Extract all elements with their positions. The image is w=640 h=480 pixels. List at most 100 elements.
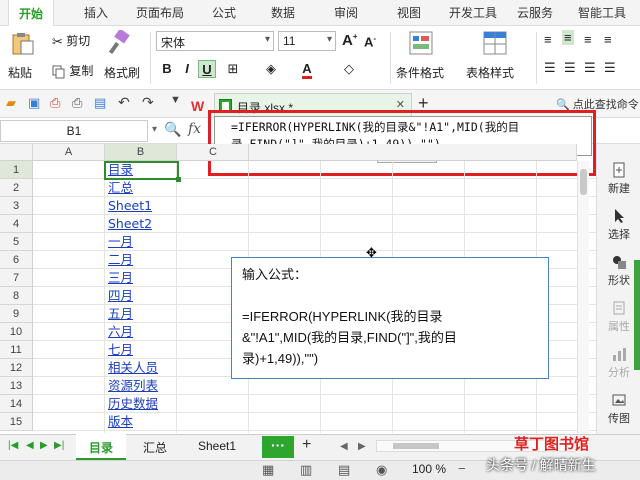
- hyperlink-cell[interactable]: Sheet1: [108, 197, 180, 215]
- prev-sheet-icon[interactable]: ◀: [26, 440, 34, 451]
- table-style-label[interactable]: 表格样式: [466, 64, 514, 81]
- zoom-search-icon[interactable]: 🔍: [164, 121, 181, 138]
- border-icon[interactable]: ⊞: [224, 60, 242, 78]
- save-icon[interactable]: ▣: [28, 95, 40, 111]
- tab-review[interactable]: 审阅: [334, 4, 358, 21]
- row-header[interactable]: 4: [0, 215, 33, 233]
- font-color-icon[interactable]: A: [298, 60, 316, 79]
- vertical-scrollbar[interactable]: [577, 161, 589, 433]
- zoom-level[interactable]: 100 %: [412, 462, 446, 476]
- pane-toggle-handle[interactable]: [634, 260, 640, 370]
- align-center-icon[interactable]: ☰: [564, 60, 576, 76]
- row-header[interactable]: 1: [0, 161, 33, 179]
- paste-button[interactable]: [10, 32, 36, 56]
- hyperlink-cell[interactable]: 资源列表: [108, 377, 180, 395]
- fx-icon[interactable]: fx: [188, 121, 201, 137]
- hyperlink-cell[interactable]: 三月: [108, 269, 180, 287]
- open-folder-icon[interactable]: ▰: [6, 95, 16, 111]
- conditional-format-button[interactable]: [408, 30, 434, 56]
- align-right-icon[interactable]: ☰: [584, 60, 596, 76]
- conditional-format-label[interactable]: 条件格式: [396, 64, 444, 81]
- first-sheet-icon[interactable]: |◀: [8, 440, 18, 451]
- zoom-out-icon[interactable]: −: [458, 461, 466, 476]
- row-header[interactable]: 14: [0, 395, 33, 413]
- format-painter-label[interactable]: 格式刷: [104, 64, 140, 81]
- page-break-view-icon[interactable]: ▤: [338, 462, 350, 478]
- page-layout-view-icon[interactable]: ▥: [300, 462, 312, 478]
- sheet-tab-directory[interactable]: 目录: [76, 434, 126, 460]
- format-painter-button[interactable]: [104, 30, 134, 56]
- row-header[interactable]: 9: [0, 305, 33, 323]
- clear-format-icon[interactable]: ◇: [340, 60, 358, 78]
- last-sheet-icon[interactable]: ▶|: [54, 440, 64, 451]
- scroll-right-icon[interactable]: ▶: [358, 441, 366, 452]
- sheet-tab-sheet1[interactable]: Sheet1: [186, 434, 248, 460]
- column-header[interactable]: A: [33, 144, 105, 161]
- chevron-down-icon[interactable]: ▾: [152, 124, 157, 135]
- row-header[interactable]: 2: [0, 179, 33, 197]
- sheet-tab-summary[interactable]: 汇总: [130, 434, 180, 460]
- hyperlink-cell[interactable]: 七月: [108, 341, 180, 359]
- scrollbar-thumb[interactable]: [393, 443, 439, 449]
- redo-icon[interactable]: ↷: [142, 94, 154, 111]
- copy-button[interactable]: 复制: [52, 62, 93, 79]
- tab-insert[interactable]: 插入: [84, 4, 108, 21]
- hyperlink-cell[interactable]: 四月: [108, 287, 180, 305]
- more-sheets-button[interactable]: ···: [262, 436, 294, 458]
- tab-cloud[interactable]: 云服务: [517, 4, 553, 21]
- row-header[interactable]: 11: [0, 341, 33, 359]
- print-preview-icon[interactable]: ⎙: [50, 95, 60, 111]
- tab-formula[interactable]: 公式: [212, 4, 236, 21]
- row-header[interactable]: 5: [0, 233, 33, 251]
- hyperlink-cell[interactable]: 汇总: [108, 179, 180, 197]
- tab-smart-tools[interactable]: 智能工具: [578, 4, 626, 21]
- hyperlink-cell[interactable]: 历史数据: [108, 395, 180, 413]
- row-header[interactable]: 12: [0, 359, 33, 377]
- tab-view[interactable]: 视图: [397, 4, 421, 21]
- row-header[interactable]: 13: [0, 377, 33, 395]
- tab-developer[interactable]: 开发工具: [449, 4, 497, 21]
- row-header[interactable]: 3: [0, 197, 33, 215]
- eye-protection-icon[interactable]: ◉: [376, 462, 387, 478]
- underline-button[interactable]: U: [198, 60, 216, 78]
- column-header[interactable]: B: [105, 144, 177, 161]
- bold-button[interactable]: B: [158, 60, 176, 78]
- hyperlink-cell[interactable]: 版本: [108, 413, 180, 431]
- name-box[interactable]: B1: [0, 120, 148, 142]
- increase-font-icon[interactable]: A+: [342, 32, 358, 49]
- table-style-button[interactable]: [482, 30, 508, 56]
- align-middle-icon[interactable]: ≡: [562, 30, 574, 45]
- hyperlink-cell[interactable]: 相关人员: [108, 359, 180, 377]
- row-header[interactable]: 8: [0, 287, 33, 305]
- hyperlink-cell[interactable]: Sheet2: [108, 215, 180, 233]
- hyperlink-cell[interactable]: 六月: [108, 323, 180, 341]
- select-button[interactable]: 选择: [597, 208, 640, 242]
- select-all-corner[interactable]: [0, 144, 33, 161]
- row-header[interactable]: 10: [0, 323, 33, 341]
- row-header[interactable]: 6: [0, 251, 33, 269]
- add-sheet-button[interactable]: +: [302, 436, 311, 454]
- chevron-down-icon[interactable]: ▼: [170, 94, 181, 106]
- decrease-font-icon[interactable]: A-: [364, 34, 376, 49]
- scrollbar-thumb[interactable]: [580, 169, 587, 195]
- formula-note-textbox[interactable]: 输入公式： =IFERROR(HYPERLINK(我的目录 &"!A1",MID…: [231, 257, 549, 379]
- justify-icon[interactable]: ☰: [604, 60, 616, 76]
- row-header[interactable]: 7: [0, 269, 33, 287]
- cut-button[interactable]: ✂ 剪切: [52, 32, 90, 50]
- row-header[interactable]: 15: [0, 413, 33, 431]
- tab-page-layout[interactable]: 页面布局: [136, 4, 184, 21]
- new-button[interactable]: 新建: [597, 162, 640, 196]
- print-icon[interactable]: ⎙: [72, 95, 82, 111]
- align-top-icon[interactable]: ≡: [544, 32, 552, 47]
- column-header[interactable]: C: [177, 144, 249, 161]
- tab-home[interactable]: 开始: [8, 0, 55, 27]
- font-size-select[interactable]: 11 ▾: [278, 31, 336, 51]
- paste-label[interactable]: 粘贴: [8, 64, 32, 81]
- align-bottom-icon[interactable]: ≡: [584, 32, 592, 47]
- hyperlink-cell[interactable]: 二月: [108, 251, 180, 269]
- fill-color-icon[interactable]: ◈: [262, 60, 280, 78]
- upload-image-button[interactable]: 传图: [597, 392, 640, 426]
- next-sheet-icon[interactable]: ▶: [40, 440, 48, 451]
- normal-view-icon[interactable]: ▦: [262, 462, 274, 478]
- hyperlink-cell[interactable]: 五月: [108, 305, 180, 323]
